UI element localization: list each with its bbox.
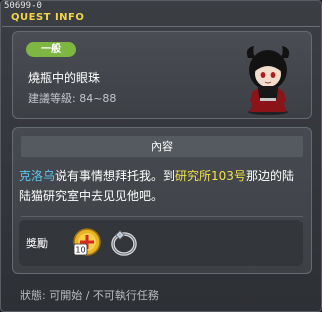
description-text: 说有事情想拜托我。到 bbox=[55, 169, 176, 183]
category-badge: 一般 bbox=[26, 42, 76, 57]
title-divider bbox=[2, 26, 320, 27]
quest-name: 燒瓶中的眼珠 bbox=[28, 71, 101, 85]
status-label: 狀態 bbox=[20, 289, 42, 302]
content-divider bbox=[21, 216, 303, 217]
quest-status: 狀態: 可開始 / 不可執行任務 bbox=[20, 287, 159, 303]
quest-description: 克洛乌说有事情想拜托我。到研究所103号那边的陆陆猫研究室中去见见他吧。 bbox=[19, 166, 305, 206]
level-label: 建議等級 bbox=[28, 92, 72, 105]
quest-id: 50699-0 bbox=[4, 1, 42, 11]
silver-ring-icon[interactable] bbox=[107, 226, 139, 258]
reward-panel: 獎勵 10 bbox=[19, 220, 303, 266]
exp-coin-icon[interactable]: 10 bbox=[71, 226, 103, 258]
exp-coin-quantity: 10 bbox=[75, 246, 85, 255]
content-header: 內容 bbox=[21, 136, 303, 157]
npc-name-link[interactable]: 克洛乌 bbox=[19, 169, 55, 183]
status-text: 可開始 / 不可執行任務 bbox=[49, 289, 159, 302]
recommended-level: 建議等級: 84~88 bbox=[28, 90, 116, 106]
quest-content-panel: 內容 克洛乌说有事情想拜托我。到研究所103号那边的陆陆猫研究室中去见见他吧。 … bbox=[12, 127, 312, 274]
quest-header-panel: 一般 燒瓶中的眼珠 建議等級: 84~88 bbox=[12, 31, 312, 119]
status-separator: : bbox=[42, 289, 46, 302]
level-range: 84~88 bbox=[79, 92, 117, 105]
level-separator: : bbox=[72, 92, 76, 105]
quest-info-window: 50699-0 QUEST INFO 一般 燒瓶中的眼珠 建議等級: 84~88 bbox=[0, 0, 322, 312]
npc-portrait-icon bbox=[246, 46, 290, 115]
window-title: QUEST INFO bbox=[11, 12, 85, 23]
location-link[interactable]: 研究所103号 bbox=[175, 169, 246, 183]
reward-label: 獎勵 bbox=[26, 237, 48, 250]
